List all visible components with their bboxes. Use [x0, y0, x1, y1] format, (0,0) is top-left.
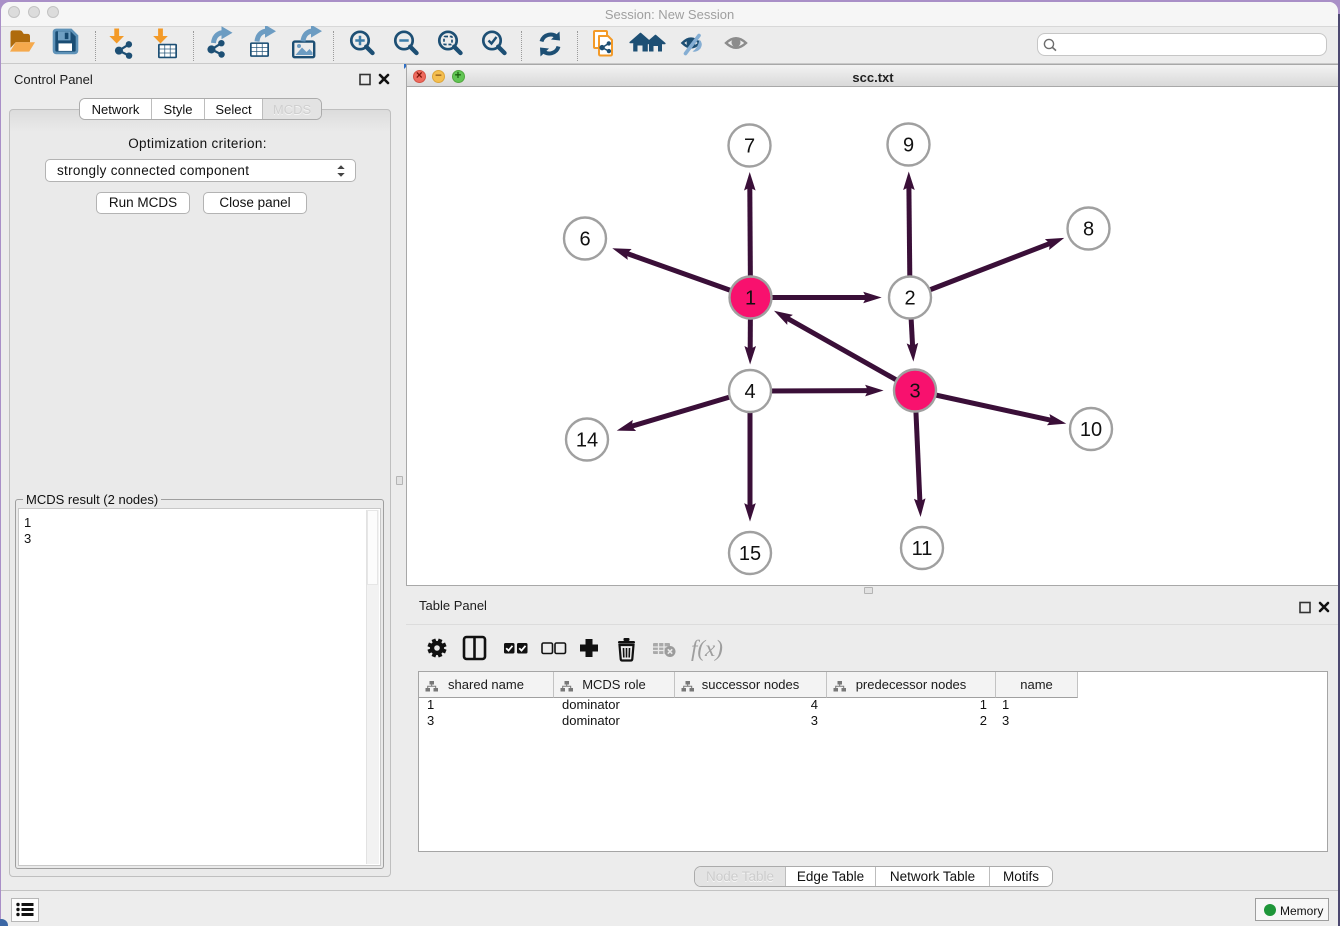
- svg-text:f(x): f(x): [691, 636, 723, 661]
- svg-text:7: 7: [744, 136, 755, 158]
- svg-text:4: 4: [744, 381, 755, 403]
- svg-text:8: 8: [1083, 219, 1094, 241]
- svg-text:10: 10: [1080, 419, 1102, 441]
- svg-text:11: 11: [912, 538, 933, 560]
- svg-text:6: 6: [579, 229, 590, 251]
- svg-text:14: 14: [576, 430, 598, 452]
- svg-text:15: 15: [739, 543, 761, 565]
- svg-text:1: 1: [745, 288, 756, 310]
- svg-text:2: 2: [904, 288, 915, 310]
- svg-text:3: 3: [909, 381, 920, 403]
- svg-text:9: 9: [903, 135, 914, 157]
